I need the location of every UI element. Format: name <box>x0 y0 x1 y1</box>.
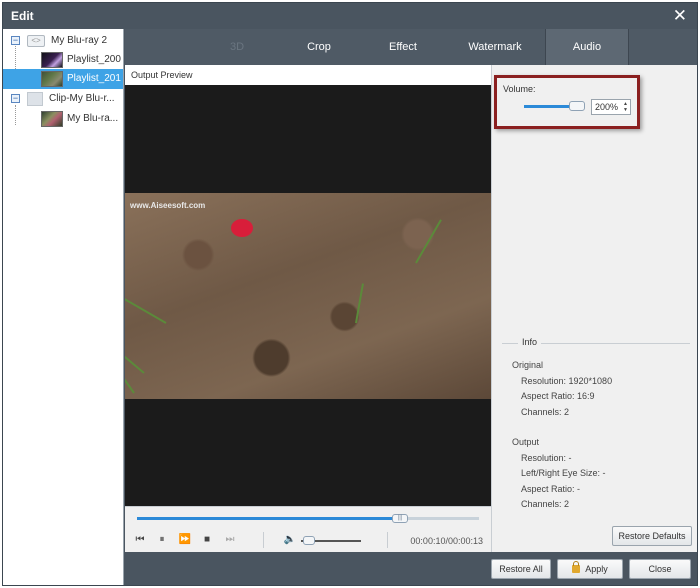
tab-crop[interactable]: Crop <box>289 29 349 65</box>
divider <box>263 532 264 548</box>
video-thumbnail <box>41 52 63 68</box>
apply-button[interactable]: Apply <box>557 559 623 579</box>
original-aspect-ratio: Aspect Ratio: 16:9 <box>521 391 595 401</box>
lock-icon <box>572 561 581 573</box>
time-display: 00:00:10/00:00:13 <box>410 536 483 546</box>
tab-effect[interactable]: Effect <box>373 29 433 65</box>
tab-audio[interactable]: Audio <box>545 29 629 65</box>
seek-handle[interactable]: ||| <box>392 514 408 523</box>
edit-tabs: 3D Crop Effect Watermark Audio <box>125 29 697 65</box>
original-resolution: Resolution: 1920*1080 <box>521 376 613 386</box>
apply-label: Apply <box>585 564 608 574</box>
restore-all-button[interactable]: Restore All <box>491 559 551 579</box>
info-legend: Info <box>518 337 542 347</box>
audio-settings-panel: Volume: 200% ▲ ▼ Info Original Resolution… <box>491 65 697 552</box>
tree-item-label: Clip-My Blu-r... <box>49 93 115 104</box>
info-group: Info <box>502 337 690 347</box>
tree-item-label: Playlist_200 <box>67 54 121 65</box>
restore-defaults-button[interactable]: Restore Defaults <box>612 526 692 546</box>
previous-icon[interactable]: ⏮ <box>133 533 147 547</box>
output-channels: Channels: 2 <box>521 499 570 509</box>
pause-icon[interactable]: ⏸ <box>155 533 169 547</box>
video-watermark: www.Aiseesoft.com <box>130 201 206 210</box>
close-button[interactable]: Close <box>629 559 691 579</box>
output-heading: Output <box>512 437 540 447</box>
video-preview: www.Aiseesoft.com <box>125 85 491 506</box>
video-thumbnail <box>41 111 63 127</box>
skip-end-icon[interactable]: ⏭ <box>223 533 237 547</box>
next-frame-icon[interactable]: ⏩ <box>178 533 192 547</box>
volume-slider-handle[interactable] <box>569 101 585 111</box>
tree-item-label: My Blu-ray 2 <box>51 35 108 46</box>
close-window-icon[interactable]: ✕ <box>673 6 687 26</box>
output-resolution: Resolution: - <box>521 453 572 463</box>
video-thumbnail <box>41 71 63 87</box>
tab-3d[interactable]: 3D <box>207 29 267 65</box>
tab-watermark[interactable]: Watermark <box>457 29 533 65</box>
volume-value: 200% <box>595 102 619 112</box>
video-grass <box>125 287 167 324</box>
video-grass <box>125 333 145 374</box>
tree-item-label: Playlist_201 <box>67 73 121 84</box>
edit-window: Edit ✕ − <> My Blu-ray 2 Playlist_200 Pl… <box>2 2 698 586</box>
video-grass <box>355 283 364 324</box>
speaker-icon[interactable]: 🔈 <box>283 533 297 547</box>
title-bar: Edit ✕ <box>3 3 697 29</box>
tree-item-clip-child[interactable]: My Blu-ra... <box>3 109 123 129</box>
collapse-icon[interactable]: − <box>11 36 20 45</box>
dialog-footer: Restore All Apply Close <box>125 552 697 585</box>
seek-progress <box>137 517 400 520</box>
preview-volume-handle[interactable] <box>303 536 315 545</box>
spin-arrows-icon[interactable]: ▲ ▼ <box>623 101 628 113</box>
playback-controls: ||| ⏮ ⏸ ⏩ ■ ⏭ 🔈 00:00:10/00:00:13 <box>125 506 491 552</box>
clip-icon <box>27 92 43 106</box>
seek-bar[interactable]: ||| <box>137 514 479 523</box>
disc-icon: <> <box>27 35 45 47</box>
volume-spinbox[interactable]: 200% ▲ ▼ <box>591 99 631 115</box>
tree-item-playlist-200[interactable]: Playlist_200 <box>3 50 123 70</box>
source-tree: − <> My Blu-ray 2 Playlist_200 Playlist_… <box>3 29 124 585</box>
collapse-icon[interactable]: − <box>11 94 20 103</box>
tree-item-my-blu-ray-2[interactable]: − <> My Blu-ray 2 <box>3 31 123 51</box>
window-title: Edit <box>11 9 34 23</box>
stop-icon[interactable]: ■ <box>200 533 214 547</box>
volume-highlight-box: Volume: 200% ▲ ▼ <box>494 75 640 129</box>
video-frame: www.Aiseesoft.com <box>125 193 491 399</box>
video-grass <box>415 219 442 264</box>
volume-label: Volume: <box>503 84 536 94</box>
output-aspect-ratio: Aspect Ratio: - <box>521 484 581 494</box>
tree-item-label: My Blu-ra... <box>67 113 119 124</box>
video-flower <box>231 219 253 237</box>
original-heading: Original <box>512 360 544 370</box>
divider <box>387 532 388 548</box>
output-eye-size: Left/Right Eye Size: - <box>521 468 606 478</box>
tree-item-playlist-201[interactable]: Playlist_201 <box>3 69 123 89</box>
original-channels: Channels: 2 <box>521 407 570 417</box>
output-preview-header: Output Preview <box>125 65 491 85</box>
tree-item-clip[interactable]: − Clip-My Blu-r... <box>3 89 123 109</box>
